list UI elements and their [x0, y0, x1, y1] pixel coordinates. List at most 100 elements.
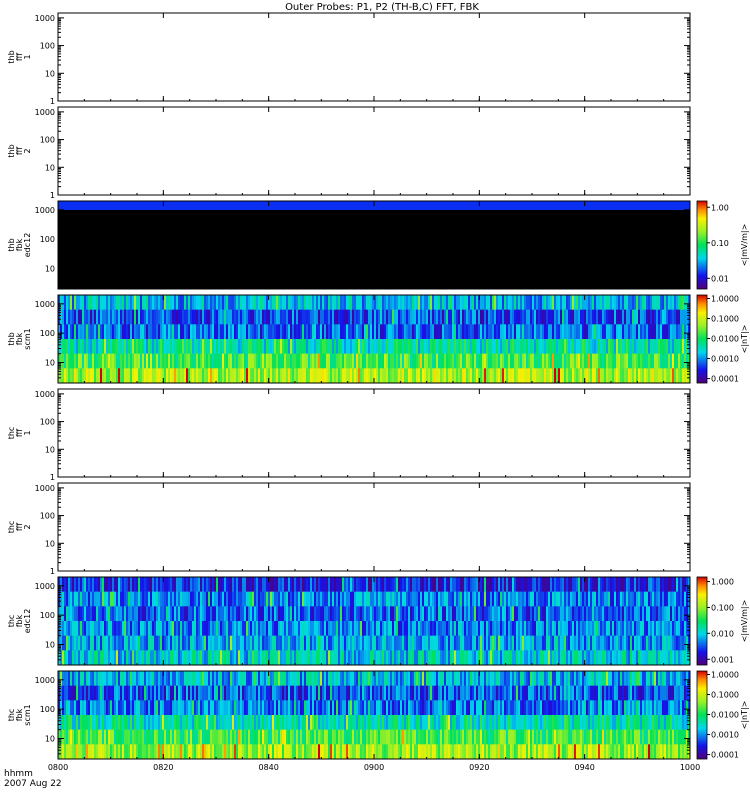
heatmap-cell — [568, 650, 571, 666]
heatmap-cell — [650, 309, 653, 325]
heatmap-cell — [112, 339, 115, 354]
heatmap-cell — [580, 295, 583, 310]
heatmap-cell — [188, 591, 191, 607]
heatmap-cell — [430, 671, 433, 686]
colorbar-tick-label: 0.1000 — [711, 315, 739, 324]
heatmap-cell — [328, 591, 331, 607]
heatmap-cell — [180, 295, 183, 310]
heatmap-cell — [118, 324, 121, 340]
heatmap-cell — [250, 591, 253, 607]
heatmap-cell — [116, 577, 119, 592]
heatmap-cell — [252, 353, 255, 369]
heatmap-cell — [586, 635, 589, 651]
heatmap-cell — [208, 339, 211, 354]
heatmap-cell — [348, 339, 351, 354]
heatmap-cell — [536, 368, 539, 384]
heatmap-cell — [396, 606, 399, 622]
heatmap-cell — [410, 324, 413, 340]
heatmap-cell — [304, 324, 307, 340]
heatmap-cell — [590, 621, 593, 636]
heatmap-cell — [468, 577, 471, 592]
heatmap-cell — [326, 635, 329, 651]
heatmap-cell — [130, 339, 133, 354]
heatmap-cell — [566, 650, 569, 666]
heatmap-cell — [662, 671, 665, 686]
heatmap-cell — [388, 368, 391, 384]
heatmap-cell — [324, 368, 327, 384]
heatmap-cell — [630, 621, 633, 636]
heatmap-cell — [122, 606, 125, 622]
heatmap-cell — [112, 650, 115, 666]
heatmap-cell — [582, 621, 585, 636]
heatmap-cell — [348, 671, 351, 686]
heatmap-cell — [170, 671, 173, 686]
heatmap-cell — [78, 353, 81, 369]
heatmap-cell — [346, 671, 349, 686]
heatmap-cell — [658, 353, 661, 369]
heatmap-cell — [272, 591, 275, 607]
heatmap-cell — [576, 295, 579, 310]
heatmap-cell — [136, 339, 139, 354]
heatmap-cell — [212, 635, 215, 651]
heatmap-cell — [548, 309, 551, 325]
heatmap-cell — [538, 577, 541, 592]
heatmap-cell — [154, 606, 157, 622]
heatmap-cell — [370, 295, 373, 310]
heatmap-cell — [642, 309, 645, 325]
heatmap-cell — [542, 606, 545, 622]
heatmap-cell — [316, 339, 319, 354]
heatmap-cell — [212, 353, 215, 369]
heatmap-cell — [218, 353, 221, 369]
heatmap-cell — [340, 650, 343, 666]
heatmap-cell — [522, 339, 525, 354]
heatmap-cell — [452, 606, 455, 622]
heatmap-cell — [136, 295, 139, 310]
heatmap-cell — [420, 339, 423, 354]
heatmap-cell — [406, 635, 409, 651]
heatmap-cell — [146, 635, 149, 651]
heatmap-cell — [356, 650, 359, 666]
heatmap-cell — [150, 577, 153, 592]
heatmap-cell — [238, 309, 241, 325]
heatmap-cell — [426, 591, 429, 607]
heatmap-cell — [540, 368, 543, 384]
heatmap-cell — [606, 635, 609, 651]
heatmap-cell — [666, 368, 669, 384]
heatmap-cell — [664, 671, 667, 686]
heatmap-cell — [386, 591, 389, 607]
heatmap-cell — [202, 591, 205, 607]
heatmap-cell — [110, 577, 113, 592]
heatmap-cell — [626, 368, 629, 384]
heatmap-cell — [324, 353, 327, 369]
heatmap-cell — [392, 339, 395, 354]
heatmap-cell — [186, 295, 189, 310]
heatmap-cell — [310, 339, 313, 354]
heatmap-cell — [222, 671, 225, 686]
heatmap-cell — [672, 606, 675, 622]
heatmap-cell — [98, 606, 101, 622]
heatmap-cell — [544, 635, 547, 651]
heatmap-cell — [542, 339, 545, 354]
heatmap-cell — [184, 591, 187, 607]
heatmap-cell — [644, 353, 647, 369]
heatmap-cell — [320, 635, 323, 651]
heatmap-cell — [202, 324, 205, 340]
heatmap-cell — [204, 650, 207, 666]
heatmap-cell — [82, 339, 85, 354]
heatmap-cell — [152, 295, 155, 310]
heatmap-cell — [132, 606, 135, 622]
heatmap-cell — [580, 368, 583, 384]
heatmap-cell — [312, 621, 315, 636]
heatmap-cell — [260, 324, 263, 340]
heatmap-cell — [284, 353, 287, 369]
spectrogram-figure: Outer Probes: P1, P2 (TH-B,C) FFT, FBK h… — [4, 2, 749, 789]
heatmap-cell — [584, 591, 587, 607]
heatmap-cell — [130, 635, 133, 651]
heatmap-cell — [682, 606, 685, 622]
heatmap-cell — [564, 650, 567, 666]
heatmap-cell — [318, 621, 321, 636]
heatmap-cell — [628, 309, 631, 325]
heatmap-cell — [90, 685, 93, 701]
heatmap-cell — [616, 295, 619, 310]
heatmap-cell — [224, 606, 227, 622]
